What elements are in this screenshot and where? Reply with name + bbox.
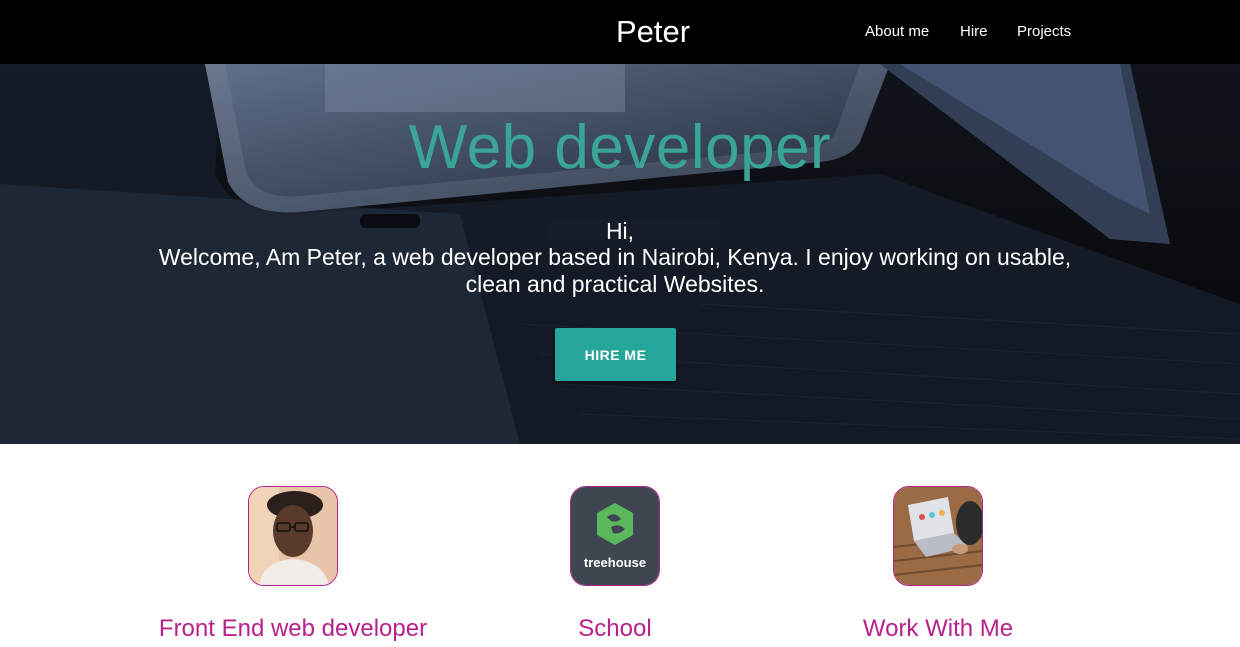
card-title-front-end: Front End web developer	[158, 615, 428, 642]
treehouse-logo: treehouse	[570, 486, 660, 586]
profile-photo	[248, 486, 338, 586]
navbar: Peter About me Hire Projects	[0, 0, 1240, 64]
hero-title: Web developer	[408, 113, 832, 182]
card-title-school: School	[578, 615, 652, 642]
hero-greeting: Hi,	[605, 218, 635, 244]
hero-intro-text: Welcome, Am Peter, a web developer based…	[158, 244, 1072, 297]
laptop-work-photo	[893, 486, 983, 586]
nav-link-hire[interactable]: Hire	[960, 23, 988, 40]
treehouse-logo-text: treehouse	[584, 555, 646, 570]
brand-logo[interactable]: Peter	[616, 14, 690, 50]
hire-me-button[interactable]: HIRE ME	[555, 328, 676, 381]
card-title-work-with-me: Work With Me	[862, 615, 1014, 642]
nav-link-about-me[interactable]: About me	[865, 23, 929, 40]
hero-section: Web developer Hi, Welcome, Am Peter, a w…	[0, 64, 1240, 444]
nav-link-projects[interactable]: Projects	[1017, 23, 1071, 40]
